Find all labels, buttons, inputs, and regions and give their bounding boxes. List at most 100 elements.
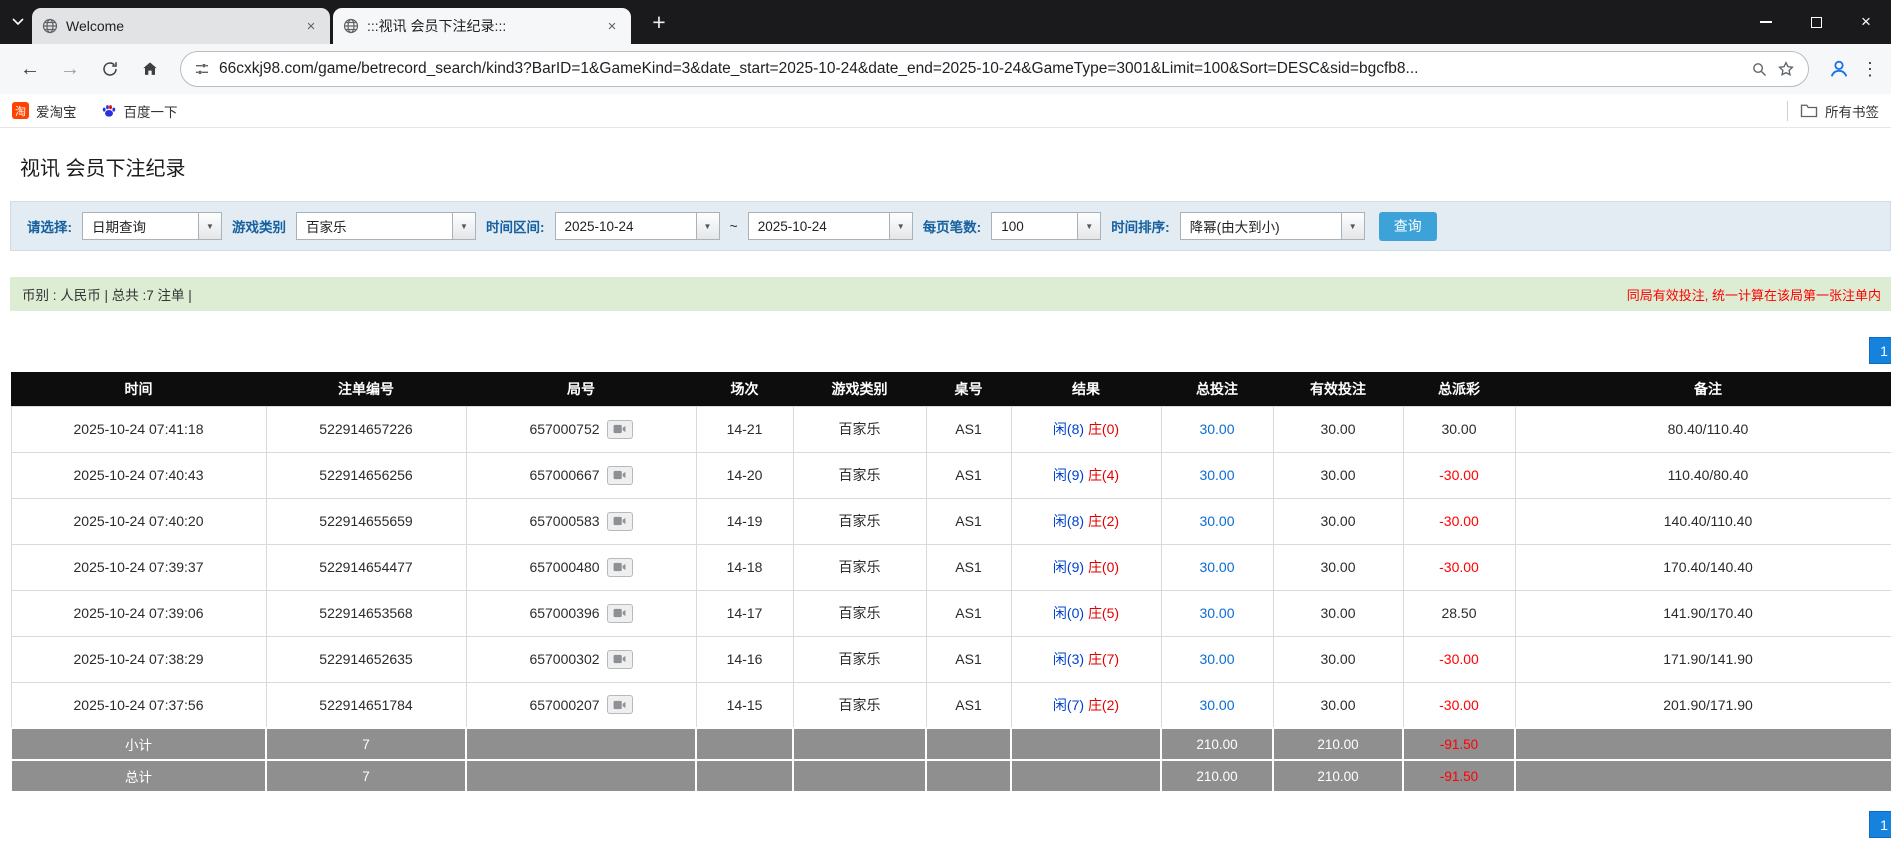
total-bet-link[interactable]: 30.00: [1199, 559, 1234, 575]
site-settings-icon[interactable]: [194, 61, 210, 77]
result-cell: 闲(9) 庄(4): [1011, 452, 1161, 498]
bet-id-cell: 522914651784: [266, 682, 466, 728]
session-cell: 14-18: [696, 544, 793, 590]
url-bar[interactable]: 66cxkj98.com/game/betrecord_search/kind3…: [180, 51, 1809, 87]
date-start-select[interactable]: 2025-10-24 ▼: [555, 212, 720, 240]
sum-valid-bet-cell: 210.00: [1273, 728, 1403, 760]
game-cell: 百家乐: [793, 590, 926, 636]
bookmark-star-icon[interactable]: [1777, 60, 1795, 78]
all-bookmarks-button[interactable]: 所有书签: [1800, 101, 1879, 121]
total-bet-link[interactable]: 30.00: [1199, 513, 1234, 529]
bet-id-cell: 522914657226: [266, 406, 466, 452]
bet-record-row: 2025-10-24 07:37:56522914651784657000207…: [11, 682, 1891, 728]
video-replay-icon[interactable]: [607, 695, 633, 714]
bookmark-taobao[interactable]: 淘 爱淘宝: [12, 101, 77, 121]
sort-select-value: 降幂(由大到小): [1181, 213, 1341, 239]
chevron-down-icon[interactable]: ▼: [198, 213, 221, 239]
video-replay-icon[interactable]: [607, 558, 633, 577]
result-banker: 庄(2): [1088, 513, 1119, 529]
refresh-button[interactable]: [92, 51, 128, 87]
baidu-icon: [101, 103, 117, 119]
round-cell: 657000752: [466, 406, 696, 452]
home-button[interactable]: [132, 51, 168, 87]
forward-button[interactable]: →: [52, 51, 88, 87]
new-tab-button[interactable]: +: [642, 5, 676, 39]
sum-label-cell: 小计: [11, 728, 266, 760]
column-header: 有效投注: [1273, 372, 1403, 406]
maximize-button[interactable]: [1791, 0, 1841, 44]
total-bet-link[interactable]: 30.00: [1199, 697, 1234, 713]
close-window-button[interactable]: ×: [1841, 0, 1891, 44]
total-bet-link[interactable]: 30.00: [1199, 651, 1234, 667]
round-number: 657000302: [529, 651, 599, 667]
total-bet-link[interactable]: 30.00: [1199, 421, 1234, 437]
chevron-down-icon[interactable]: ▼: [452, 213, 475, 239]
table-no-cell: AS1: [926, 452, 1011, 498]
session-cell: 14-16: [696, 636, 793, 682]
all-bookmarks-label: 所有书签: [1825, 101, 1879, 121]
profile-icon[interactable]: [1821, 51, 1857, 87]
time-cell: 2025-10-24 07:37:56: [11, 682, 266, 728]
game-type-select[interactable]: 百家乐 ▼: [296, 212, 476, 240]
divider: [1787, 101, 1788, 121]
result-player: 闲(8): [1053, 421, 1084, 437]
valid-bet-cell: 30.00: [1273, 544, 1403, 590]
total-bet-cell: 30.00: [1161, 498, 1273, 544]
zoom-icon[interactable]: [1751, 61, 1768, 78]
column-header: 时间: [11, 372, 266, 406]
bet-id-cell: 522914654477: [266, 544, 466, 590]
mode-select[interactable]: 日期查询 ▼: [82, 212, 222, 240]
video-replay-icon[interactable]: [607, 650, 633, 669]
back-button[interactable]: ←: [12, 51, 48, 87]
search-button[interactable]: 查询: [1379, 212, 1437, 241]
tab-list-chevron-icon[interactable]: [4, 0, 32, 44]
video-replay-icon[interactable]: [607, 420, 633, 439]
date-end-select[interactable]: 2025-10-24 ▼: [748, 212, 913, 240]
session-cell: 14-15: [696, 682, 793, 728]
page-title: 视讯 会员下注纪录: [20, 152, 1891, 181]
chevron-down-icon[interactable]: ▼: [696, 213, 719, 239]
result-player: 闲(7): [1053, 697, 1084, 713]
filter-bar: 请选择: 日期查询 ▼ 游戏类别 百家乐 ▼ 时间区间: 2025-10-24 …: [10, 201, 1891, 251]
game-cell: 百家乐: [793, 636, 926, 682]
pagination-bottom: 1: [0, 811, 1891, 838]
sort-label: 时间排序:: [1111, 216, 1170, 236]
game-type-label: 游戏类别: [232, 216, 286, 236]
per-page-select[interactable]: 100 ▼: [991, 212, 1101, 240]
page-1-button[interactable]: 1: [1869, 337, 1891, 364]
minimize-button[interactable]: [1741, 0, 1791, 44]
video-replay-icon[interactable]: [607, 604, 633, 623]
round-cell: 657000396: [466, 590, 696, 636]
video-replay-icon[interactable]: [607, 466, 633, 485]
round-cell: 657000667: [466, 452, 696, 498]
chevron-down-icon[interactable]: ▼: [889, 213, 912, 239]
tab-betrecord[interactable]: :::视讯 会员下注纪录::: ×: [333, 8, 631, 44]
total-bet-cell: 30.00: [1161, 544, 1273, 590]
result-player: 闲(9): [1053, 467, 1084, 483]
valid-bet-cell: 30.00: [1273, 452, 1403, 498]
tab-close-icon[interactable]: ×: [603, 17, 621, 35]
page-1-button[interactable]: 1: [1869, 811, 1891, 838]
game-type-select-value: 百家乐: [297, 213, 452, 239]
bet-id-cell: 522914656256: [266, 452, 466, 498]
column-header: 备注: [1515, 372, 1891, 406]
chevron-down-icon[interactable]: ▼: [1077, 213, 1100, 239]
game-cell: 百家乐: [793, 406, 926, 452]
bet-record-row: 2025-10-24 07:39:37522914654477657000480…: [11, 544, 1891, 590]
chevron-down-icon[interactable]: ▼: [1341, 213, 1364, 239]
result-cell: 闲(7) 庄(2): [1011, 682, 1161, 728]
bookmark-baidu[interactable]: 百度一下: [101, 101, 178, 121]
sort-select[interactable]: 降幂(由大到小) ▼: [1180, 212, 1365, 240]
tab-welcome[interactable]: Welcome ×: [32, 8, 330, 44]
total-bet-link[interactable]: 30.00: [1199, 467, 1234, 483]
video-replay-icon[interactable]: [607, 512, 633, 531]
bet-id-cell: 522914652635: [266, 636, 466, 682]
mode-label: 请选择:: [27, 216, 72, 236]
round-number: 657000752: [529, 421, 599, 437]
tab-close-icon[interactable]: ×: [302, 17, 320, 35]
valid-bet-cell: 30.00: [1273, 406, 1403, 452]
total-bet-link[interactable]: 30.00: [1199, 605, 1234, 621]
bet-record-row: 2025-10-24 07:38:29522914652635657000302…: [11, 636, 1891, 682]
remark-cell: 201.90/171.90: [1515, 682, 1891, 728]
more-menu-icon[interactable]: ⋮: [1861, 51, 1879, 87]
